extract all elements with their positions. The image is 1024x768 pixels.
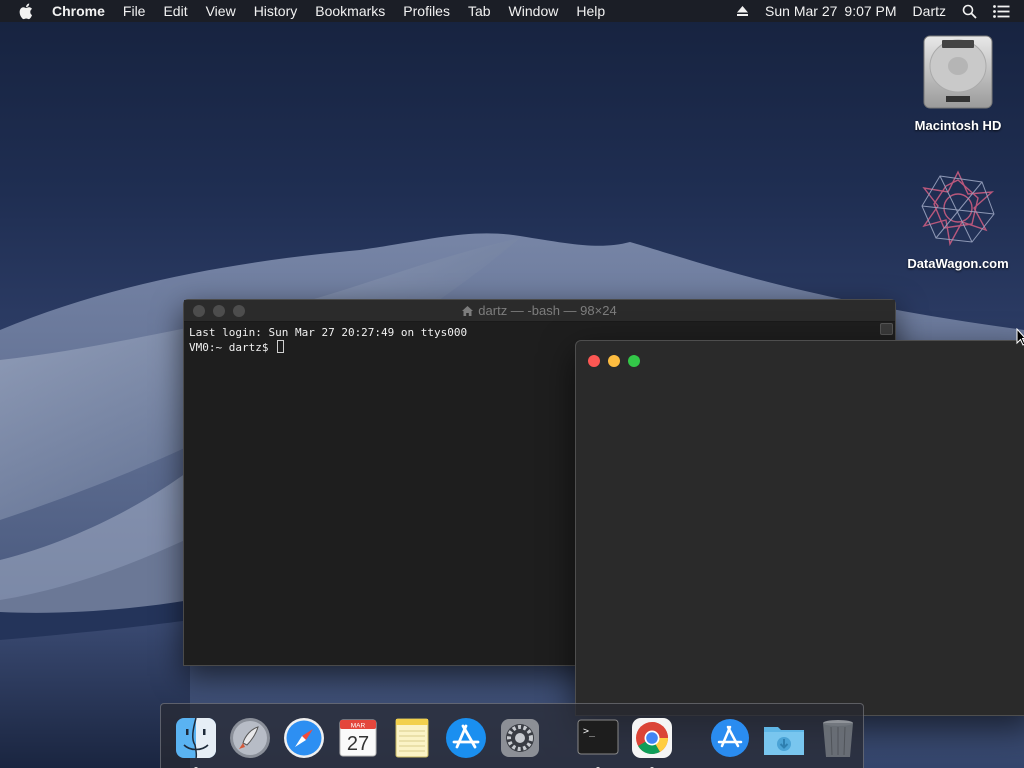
dock: MAR 27 >_ xyxy=(160,703,864,768)
menu-user[interactable]: Dartz xyxy=(913,3,946,19)
system-preferences-icon xyxy=(501,719,539,757)
desktop-icon-datawagon[interactable]: DataWagon.com xyxy=(898,168,1018,271)
menu-tab[interactable]: Tab xyxy=(468,3,491,19)
zoom-button[interactable] xyxy=(628,355,640,367)
home-icon xyxy=(462,304,474,319)
menu-date[interactable]: Sun Mar 27 xyxy=(765,3,837,19)
terminal-icon: >_ xyxy=(577,719,619,755)
apple-menu-icon[interactable] xyxy=(18,0,38,22)
dock-notes[interactable] xyxy=(389,715,435,761)
terminal-icon-prompt: >_ xyxy=(583,726,596,737)
calendar-icon: MAR 27 xyxy=(339,719,377,757)
blank-window[interactable] xyxy=(575,340,1024,716)
terminal-titlebar[interactable]: dartz — -bash — 98×24 xyxy=(184,300,895,322)
launchpad-icon xyxy=(230,718,270,758)
menu-edit[interactable]: Edit xyxy=(163,3,187,19)
minimize-button[interactable] xyxy=(608,355,620,367)
close-button[interactable] xyxy=(588,355,600,367)
dock-calendar[interactable]: MAR 27 xyxy=(335,715,381,761)
menu-app-name[interactable]: Chrome xyxy=(52,3,105,19)
menu-help[interactable]: Help xyxy=(576,3,605,19)
minimize-button[interactable] xyxy=(213,304,225,317)
menu-bar: Chrome File Edit View History Bookmarks … xyxy=(0,0,1024,22)
close-button[interactable] xyxy=(193,304,205,317)
safari-icon xyxy=(284,718,324,758)
dock-applications[interactable] xyxy=(707,715,753,761)
calendar-day: 27 xyxy=(347,733,369,755)
desktop-icon-label: Macintosh HD xyxy=(914,118,1002,133)
downloads-folder-icon xyxy=(764,727,804,755)
terminal-prompt: VM0:~ dartz$ xyxy=(189,341,276,354)
dock-chrome[interactable] xyxy=(629,715,675,768)
menu-view[interactable]: View xyxy=(206,3,236,19)
terminal-line: Last login: Sun Mar 27 20:27:49 on ttys0… xyxy=(189,326,468,339)
trash-icon xyxy=(823,720,853,757)
finder-icon xyxy=(176,717,216,759)
zoom-button[interactable] xyxy=(233,304,245,317)
spotlight-search-icon[interactable] xyxy=(962,4,977,19)
desktop-icon-macintosh-hd[interactable]: Macintosh HD xyxy=(898,32,1018,133)
datawagon-logo-icon xyxy=(921,170,995,247)
eject-icon[interactable] xyxy=(736,5,749,17)
menu-file[interactable]: File xyxy=(123,3,146,19)
calendar-month: MAR xyxy=(351,723,366,730)
hard-drive-icon xyxy=(923,35,993,109)
menu-history[interactable]: History xyxy=(254,3,298,19)
menu-time[interactable]: 9:07 PM xyxy=(844,3,896,19)
terminal-title: dartz — -bash — 98×24 xyxy=(184,303,895,319)
dock-terminal[interactable]: >_ xyxy=(575,715,621,768)
dock-app-store[interactable] xyxy=(443,715,489,761)
menu-bookmarks[interactable]: Bookmarks xyxy=(315,3,385,19)
app-store-icon xyxy=(446,718,486,758)
dock-launchpad[interactable] xyxy=(227,715,273,761)
menu-window[interactable]: Window xyxy=(509,3,559,19)
chrome-icon xyxy=(632,718,672,758)
dock-system-preferences[interactable] xyxy=(497,715,543,761)
applications-folder-icon xyxy=(711,719,749,757)
desktop-icon-label: DataWagon.com xyxy=(907,256,1009,271)
notification-center-icon[interactable] xyxy=(993,4,1010,18)
mouse-pointer-icon xyxy=(1016,328,1024,346)
dock-downloads[interactable] xyxy=(761,715,807,761)
dock-trash[interactable] xyxy=(815,715,861,761)
dock-finder[interactable] xyxy=(173,715,219,768)
notes-icon xyxy=(395,718,429,758)
terminal-scroll-button[interactable] xyxy=(880,323,893,335)
dock-safari[interactable] xyxy=(281,715,327,761)
terminal-cursor xyxy=(277,340,285,353)
menu-profiles[interactable]: Profiles xyxy=(403,3,450,19)
